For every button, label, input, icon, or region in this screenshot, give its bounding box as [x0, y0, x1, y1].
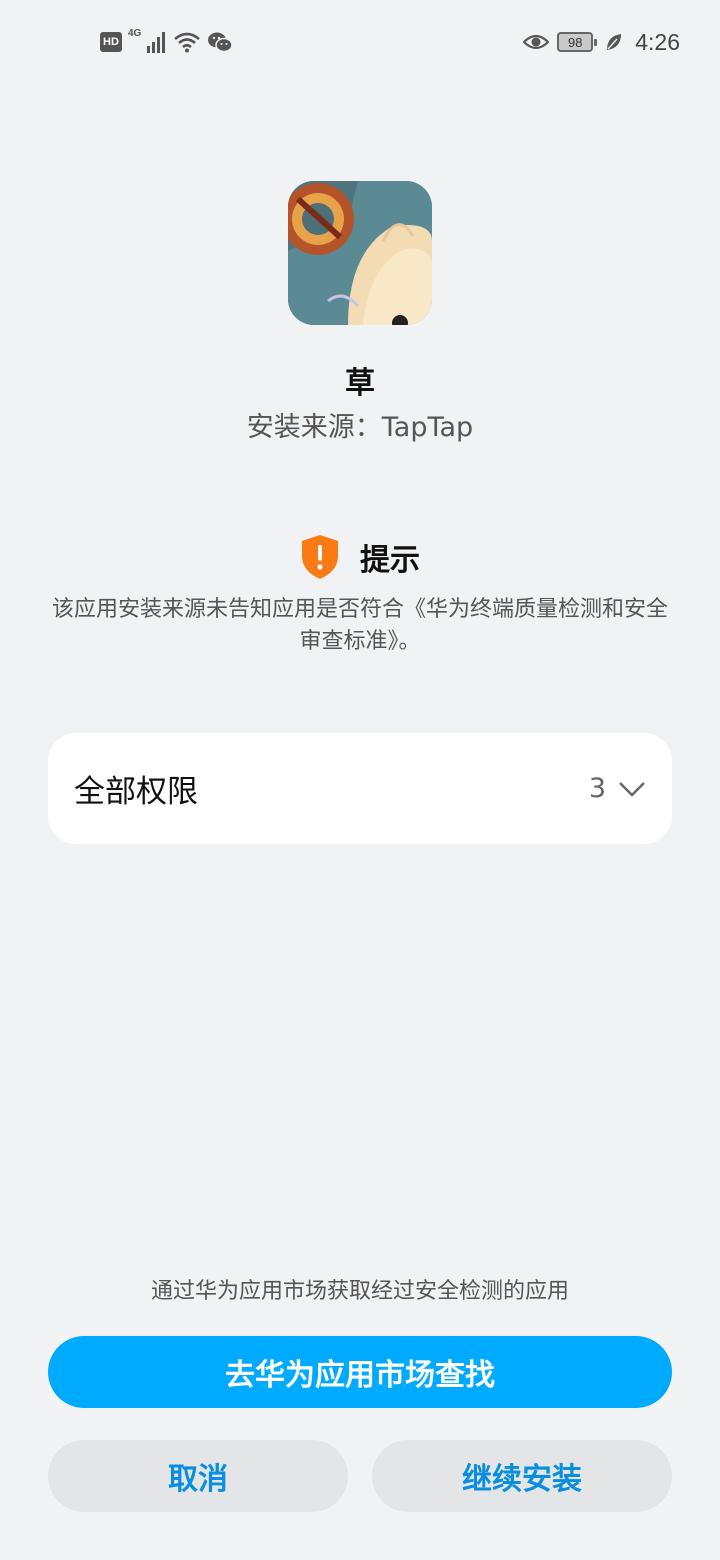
hd-icon: HD — [100, 32, 122, 52]
notice-header: 提示 — [0, 534, 720, 580]
wechat-icon — [208, 32, 234, 53]
status-bar-left: HD 4G — [100, 28, 234, 56]
clock: 4:26 — [635, 28, 680, 55]
battery-level: 98 — [568, 34, 583, 50]
warning-shield-icon — [302, 535, 338, 579]
app-icon-artwork — [288, 181, 432, 325]
permissions-count: 3 — [588, 773, 606, 804]
app-icon — [288, 181, 432, 325]
continue-install-button[interactable]: 继续安装 — [372, 1440, 672, 1512]
signal-icon — [147, 32, 166, 53]
wifi-icon — [174, 32, 201, 53]
permissions-label: 全部权限 — [74, 774, 198, 810]
search-in-appgallery-button[interactable]: 去华为应用市场查找 — [48, 1336, 672, 1408]
network-type-label: 4G — [128, 28, 142, 39]
notice-title: 提示 — [360, 543, 420, 578]
cancel-button[interactable]: 取消 — [48, 1440, 348, 1512]
leaf-icon — [607, 34, 622, 50]
battery-indicator: 98 — [557, 32, 598, 52]
all-permissions-row[interactable]: 全部权限 3 — [48, 733, 672, 844]
notice-text: 该应用安装来源未告知应用是否符合《华为终端质量检测和安全审查标准》。 — [51, 597, 668, 654]
status-bar-right: 98 4:26 — [523, 28, 680, 56]
install-source: 安装来源：TapTap — [246, 412, 474, 443]
app-name: 草 — [345, 366, 375, 401]
status-bar: HD 4G 98 4:26 — [0, 0, 720, 84]
market-hint: 通过华为应用市场获取经过安全检测的应用 — [150, 1279, 569, 1304]
chevron-down-icon — [619, 781, 645, 797]
eye-icon — [523, 34, 550, 50]
